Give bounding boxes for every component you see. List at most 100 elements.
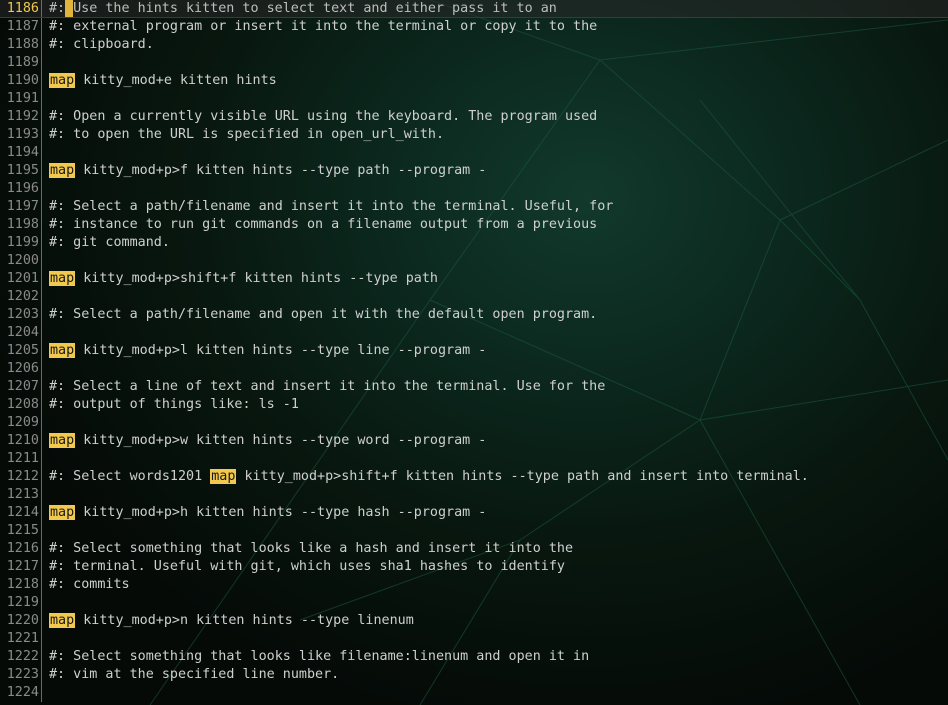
- editor-line[interactable]: 1193 #: to open the URL is specified in o…: [0, 126, 948, 144]
- editor-line[interactable]: 1194: [0, 144, 948, 162]
- gutter-separator: [41, 558, 42, 576]
- editor-line[interactable]: 1212 #: Select words1201 map kitty_mod+p>…: [0, 468, 948, 486]
- editor-line[interactable]: 1203 #: Select a path/filename and open i…: [0, 306, 948, 324]
- line-text: #: Select a line of text and insert it i…: [49, 379, 606, 394]
- vim-editor-buffer[interactable]: 1186 #: Use the hints kitten to select tex…: [0, 0, 948, 702]
- gutter-separator: [41, 270, 42, 288]
- line-number: 1201: [6, 271, 39, 286]
- line-number: 1192: [6, 109, 39, 124]
- editor-line[interactable]: 1188 #: clipboard.: [0, 36, 948, 54]
- gutter-separator: [41, 684, 42, 702]
- line-text: #: git command.: [49, 235, 170, 250]
- editor-line[interactable]: 1220 map kitty_mod+p>n kitten hints --typ…: [0, 612, 948, 630]
- gutter-separator: [41, 666, 42, 684]
- editor-line[interactable]: 1223 #: vim at the specified line number.: [0, 666, 948, 684]
- editor-line[interactable]: 1199 #: git command.: [0, 234, 948, 252]
- current-editor-line[interactable]: 1186 #: Use the hints kitten to select tex…: [0, 0, 948, 18]
- line-number: 1214: [6, 505, 39, 520]
- gutter-separator: [41, 378, 42, 396]
- gutter-separator: [41, 594, 42, 612]
- editor-line[interactable]: 1207 #: Select a line of text and insert …: [0, 378, 948, 396]
- line-number: 1207: [6, 379, 39, 394]
- editor-line[interactable]: 1221: [0, 630, 948, 648]
- gutter-separator: [41, 306, 42, 324]
- line-number: 1217: [6, 559, 39, 574]
- editor-line[interactable]: 1196: [0, 180, 948, 198]
- editor-line[interactable]: 1187 #: external program or insert it int…: [0, 18, 948, 36]
- line-text: #: commits: [49, 577, 130, 592]
- line-number: 1212: [6, 469, 39, 484]
- editor-line[interactable]: 1217 #: terminal. Useful with git, which …: [0, 558, 948, 576]
- line-number: 1195: [6, 163, 39, 178]
- line-text: kitty_mod+p>h kitten hints --type hash -…: [75, 505, 487, 520]
- gutter-separator: [41, 540, 42, 558]
- editor-line[interactable]: 1198 #: instance to run git commands on a…: [0, 216, 948, 234]
- line-number: 1200: [6, 253, 39, 268]
- line-number: 1208: [6, 397, 39, 412]
- editor-line[interactable]: 1218 #: commits: [0, 576, 948, 594]
- line-text: kitty_mod+p>f kitten hints --type path -…: [75, 163, 487, 178]
- line-text: #: Select a path/filename and open it wi…: [49, 307, 598, 322]
- gutter-separator: [41, 162, 42, 180]
- editor-line[interactable]: 1202: [0, 288, 948, 306]
- line-text: #: clipboard.: [49, 37, 154, 52]
- line-number: 1219: [6, 595, 39, 610]
- editor-line[interactable]: 1190 map kitty_mod+e kitten hints: [0, 72, 948, 90]
- gutter-separator: [41, 180, 42, 198]
- line-text: #: Select words1201: [49, 469, 211, 484]
- map-keyword: map: [49, 433, 76, 448]
- editor-line[interactable]: 1197 #: Select a path/filename and insert…: [0, 198, 948, 216]
- editor-line[interactable]: 1215: [0, 522, 948, 540]
- editor-line[interactable]: 1222 #: Select something that looks like …: [0, 648, 948, 666]
- line-text: #: to open the URL is specified in open_…: [49, 127, 445, 142]
- line-text: kitty_mod+p>shift+f kitten hints --type …: [236, 469, 809, 484]
- line-number: 1210: [6, 433, 39, 448]
- gutter-separator: [41, 144, 42, 162]
- editor-line[interactable]: 1192 #: Open a currently visible URL usin…: [0, 108, 948, 126]
- editor-line[interactable]: 1213: [0, 486, 948, 504]
- map-keyword: map: [49, 73, 76, 88]
- editor-line[interactable]: 1210 map kitty_mod+p>w kitten hints --typ…: [0, 432, 948, 450]
- gutter-separator: [41, 630, 42, 648]
- editor-line[interactable]: 1206: [0, 360, 948, 378]
- editor-line[interactable]: 1205 map kitty_mod+p>l kitten hints --typ…: [0, 342, 948, 360]
- line-number: 1223: [6, 667, 39, 682]
- line-text: kitty_mod+p>l kitten hints --type line -…: [75, 343, 487, 358]
- gutter-separator: [41, 252, 42, 270]
- gutter-separator: [41, 216, 42, 234]
- line-text: #: instance to run git commands on a fil…: [49, 217, 598, 232]
- gutter-separator: [41, 360, 42, 378]
- editor-line[interactable]: 1191: [0, 90, 948, 108]
- line-number: 1218: [6, 577, 39, 592]
- gutter-separator: [41, 0, 42, 18]
- line-number: 1215: [6, 523, 39, 538]
- editor-line[interactable]: 1216 #: Select something that looks like …: [0, 540, 948, 558]
- line-text: #: Select a path/filename and insert it …: [49, 199, 614, 214]
- line-number: 1194: [6, 145, 39, 160]
- line-number: 1220: [6, 613, 39, 628]
- gutter-separator: [41, 54, 42, 72]
- editor-line[interactable]: 1208 #: output of things like: ls -1: [0, 396, 948, 414]
- line-text: kitty_mod+e kitten hints: [75, 73, 277, 88]
- editor-line[interactable]: 1224: [0, 684, 948, 702]
- map-keyword: map: [210, 469, 237, 484]
- editor-line[interactable]: 1204: [0, 324, 948, 342]
- editor-line[interactable]: 1200: [0, 252, 948, 270]
- editor-line[interactable]: 1195 map kitty_mod+p>f kitten hints --typ…: [0, 162, 948, 180]
- map-keyword: map: [49, 271, 76, 286]
- editor-line[interactable]: 1201 map kitty_mod+p>shift+f kitten hints…: [0, 270, 948, 288]
- editor-line[interactable]: 1209: [0, 414, 948, 432]
- line-number: 1197: [6, 199, 39, 214]
- line-number: 1211: [6, 451, 39, 466]
- line-text: #: Select something that looks like file…: [49, 649, 590, 664]
- editor-line[interactable]: 1211: [0, 450, 948, 468]
- editor-line[interactable]: 1214 map kitty_mod+p>h kitten hints --typ…: [0, 504, 948, 522]
- line-text: #: external program or insert it into th…: [49, 19, 598, 34]
- line-number: 1202: [6, 289, 39, 304]
- line-text: #: vim at the specified line number.: [49, 667, 340, 682]
- map-keyword: map: [49, 613, 76, 628]
- editor-line[interactable]: 1189: [0, 54, 948, 72]
- line-number: 1203: [6, 307, 39, 322]
- map-keyword: map: [49, 163, 76, 178]
- editor-line[interactable]: 1219: [0, 594, 948, 612]
